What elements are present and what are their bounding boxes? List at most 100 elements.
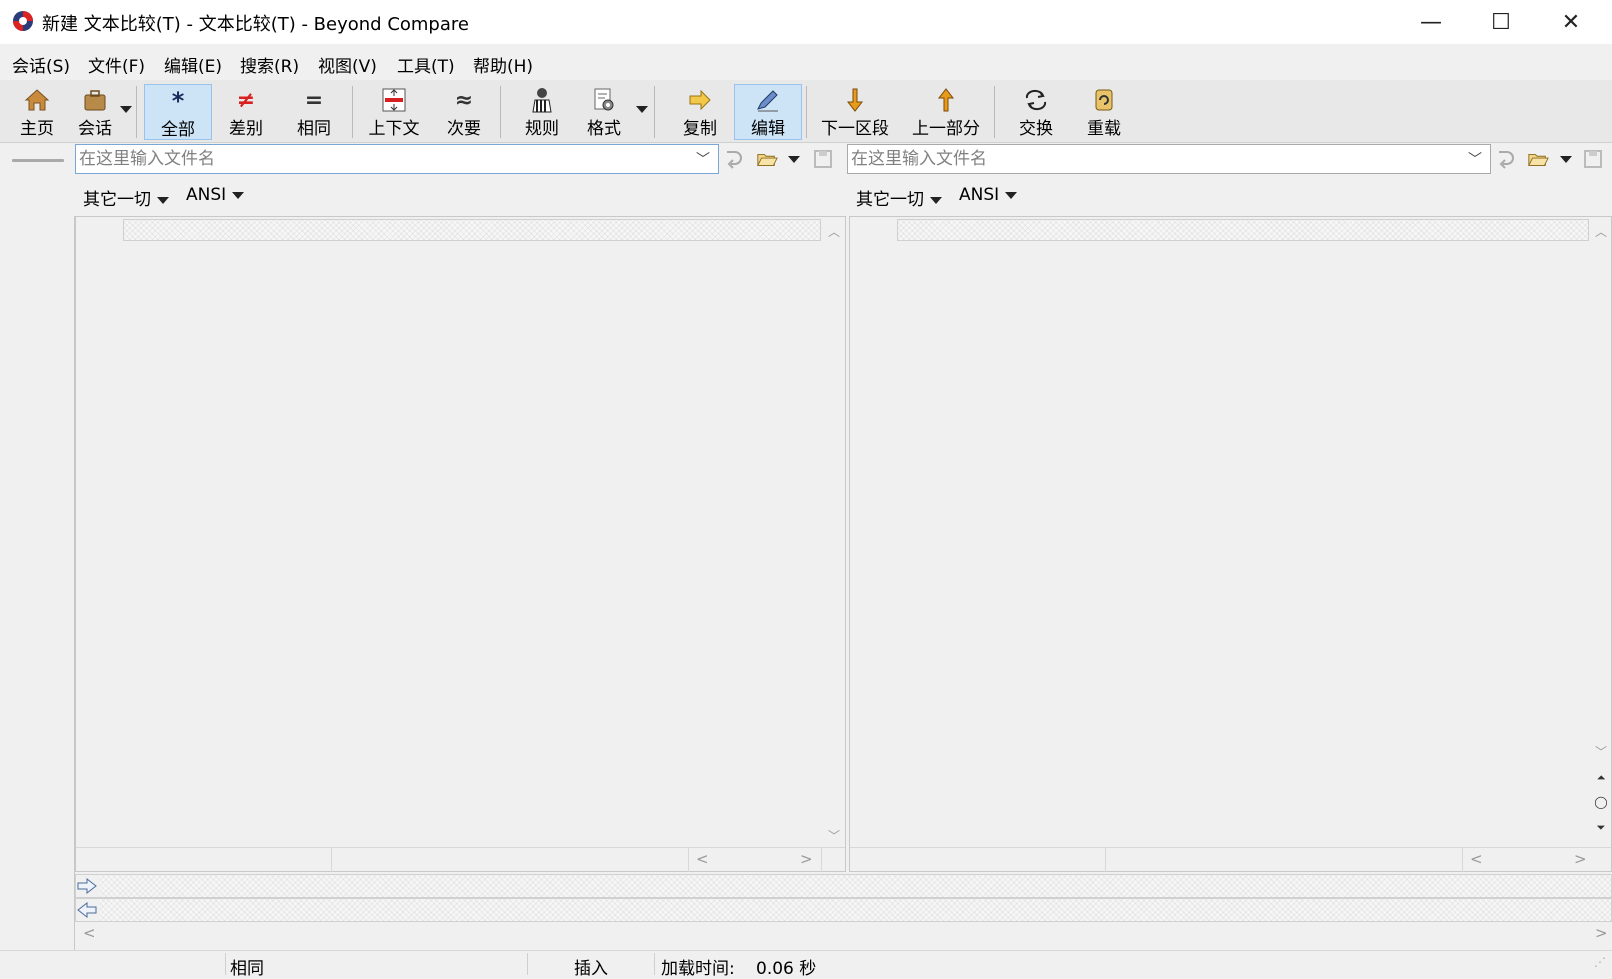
all-filter-button[interactable]: * 全部 xyxy=(144,84,212,140)
last-diff-icon[interactable]: ⏷ xyxy=(1592,821,1610,835)
maximize-button[interactable]: ☐ xyxy=(1466,0,1536,44)
toolbar-separator xyxy=(806,86,807,138)
resize-grip-icon[interactable]: ⋰ xyxy=(1594,955,1606,969)
menu-file[interactable]: 文件(F) xyxy=(88,52,145,77)
left-path-box[interactable]: ﹀ xyxy=(75,144,719,174)
scroll-right-icon[interactable]: > xyxy=(800,850,813,868)
left-encoding-selector[interactable]: ANSI xyxy=(186,185,245,205)
same-filter-button[interactable]: = 相同 xyxy=(282,84,346,140)
edit-button[interactable]: 编辑 xyxy=(734,84,802,140)
scroll-up-icon[interactable]: ︿ xyxy=(825,223,843,240)
minor-button[interactable]: ≈ 次要 xyxy=(432,84,496,140)
bottom-horizontal-scrollbar[interactable]: < > xyxy=(75,922,1612,948)
scroll-right-icon[interactable]: > xyxy=(1574,850,1587,868)
left-save-icon[interactable] xyxy=(812,148,834,170)
chevron-down-icon xyxy=(157,196,169,204)
chevron-down-icon xyxy=(232,191,245,199)
scroll-left-icon[interactable]: < xyxy=(1470,850,1483,868)
left-open-folder-icon[interactable] xyxy=(756,148,778,170)
status-mode: 插入 xyxy=(574,959,608,979)
right-encoding-label: ANSI xyxy=(959,185,1000,205)
copy-label: 复制 xyxy=(683,119,717,139)
copy-arrow-icon xyxy=(688,86,712,114)
same-label: 相同 xyxy=(297,119,331,139)
format-button[interactable]: 格式 xyxy=(576,84,632,140)
right-history-icon[interactable] xyxy=(1495,148,1517,170)
right-save-icon[interactable] xyxy=(1582,148,1604,170)
left-format-selector[interactable]: 其它一切 xyxy=(83,185,169,210)
left-line-compare-content xyxy=(100,875,1611,897)
right-encoding-selector[interactable]: ANSI xyxy=(959,185,1018,205)
close-button[interactable]: ✕ xyxy=(1536,0,1606,44)
chevron-down-icon[interactable]: ﹀ xyxy=(1468,149,1482,169)
left-history-icon[interactable] xyxy=(723,148,745,170)
splitter-handle[interactable] xyxy=(12,159,64,162)
right-format-selector[interactable]: 其它一切 xyxy=(856,185,942,210)
left-path-input[interactable] xyxy=(79,148,691,170)
chevron-down-icon xyxy=(1005,191,1018,199)
chevron-down-icon[interactable]: ﹀ xyxy=(696,149,710,169)
status-divider xyxy=(225,953,226,975)
load-time-value: 0.06 秒 xyxy=(756,959,817,979)
menu-search[interactable]: 搜索(R) xyxy=(240,52,299,77)
session-dropdown-icon[interactable] xyxy=(120,106,132,113)
rules-button[interactable]: 规则 xyxy=(510,84,574,140)
pane-divider xyxy=(331,848,332,872)
right-folder-dropdown-icon[interactable] xyxy=(1560,156,1572,163)
next-section-button[interactable]: 下一区段 xyxy=(814,84,896,140)
right-open-folder-icon[interactable] xyxy=(1527,148,1549,170)
format-dropdown-icon[interactable] xyxy=(636,106,648,113)
title-bar: 新建 文本比较(T) - 文本比较(T) - Beyond Compare — … xyxy=(0,0,1612,45)
reload-button[interactable]: 重载 xyxy=(1072,84,1136,140)
right-path-box[interactable]: ﹀ xyxy=(847,144,1491,174)
asterisk-icon: * xyxy=(171,87,185,115)
toolbar-separator xyxy=(500,86,501,138)
right-text-pane[interactable]: ︿ ﹀ ⏶ ◯ ⏷ < > xyxy=(849,216,1612,872)
status-divider xyxy=(654,953,655,975)
scroll-left-icon[interactable]: < xyxy=(696,850,709,868)
right-vertical-scrollbar[interactable]: ︿ ﹀ xyxy=(1592,217,1610,767)
maximize-icon: ☐ xyxy=(1491,9,1511,35)
toolbar-separator xyxy=(994,86,995,138)
swap-button[interactable]: 交换 xyxy=(1004,84,1068,140)
menu-tools[interactable]: 工具(T) xyxy=(397,52,455,77)
left-text-pane[interactable]: ︿ ﹀ < > xyxy=(75,216,846,872)
toolbar-separator xyxy=(352,86,353,138)
menu-session[interactable]: 会话(S) xyxy=(12,52,70,77)
status-bar: 相同 插入 加载时间: 0.06 秒 ⋰ xyxy=(0,950,1612,979)
home-button[interactable]: 主页 xyxy=(12,84,62,140)
minimize-button[interactable]: — xyxy=(1396,0,1466,44)
left-folder-dropdown-icon[interactable] xyxy=(788,156,800,163)
home-icon xyxy=(24,86,50,114)
first-diff-icon[interactable]: ⏶ xyxy=(1592,771,1610,785)
prev-section-label: 上一部分 xyxy=(912,119,980,139)
menu-edit[interactable]: 编辑(E) xyxy=(164,52,222,77)
gutter-divider xyxy=(74,216,75,950)
context-label: 上下文 xyxy=(368,119,420,139)
current-diff-icon[interactable]: ◯ xyxy=(1592,795,1610,809)
left-arrow-icon xyxy=(77,901,97,919)
scroll-right-icon[interactable]: > xyxy=(1595,924,1608,942)
menu-view[interactable]: 视图(V) xyxy=(318,52,377,77)
scroll-left-icon[interactable]: < xyxy=(83,924,96,942)
scroll-down-icon[interactable]: ﹀ xyxy=(825,827,843,844)
up-arrow-icon xyxy=(937,86,955,114)
copy-button[interactable]: 复制 xyxy=(668,84,732,140)
context-button[interactable]: 上下文 xyxy=(360,84,428,140)
all-label: 全部 xyxy=(161,120,195,140)
diffs-filter-button[interactable]: ≠ 差别 xyxy=(214,84,278,140)
prev-section-button[interactable]: 上一部分 xyxy=(904,84,988,140)
toolbar-separator xyxy=(136,86,137,138)
scroll-up-icon[interactable]: ︿ xyxy=(1592,223,1610,240)
left-vertical-scrollbar[interactable]: ︿ ﹀ xyxy=(825,217,843,849)
minor-label: 次要 xyxy=(447,119,481,139)
right-line-compare-content xyxy=(100,899,1611,921)
session-button[interactable]: 会话 xyxy=(70,84,120,140)
beyond-compare-app-icon xyxy=(13,11,33,31)
scroll-down-icon[interactable]: ﹀ xyxy=(1592,743,1610,760)
menu-help[interactable]: 帮助(H) xyxy=(473,52,533,77)
right-path-input[interactable] xyxy=(851,148,1463,170)
down-arrow-icon xyxy=(846,86,864,114)
session-label: 会话 xyxy=(78,119,112,139)
left-line-compare-row xyxy=(75,874,1612,898)
